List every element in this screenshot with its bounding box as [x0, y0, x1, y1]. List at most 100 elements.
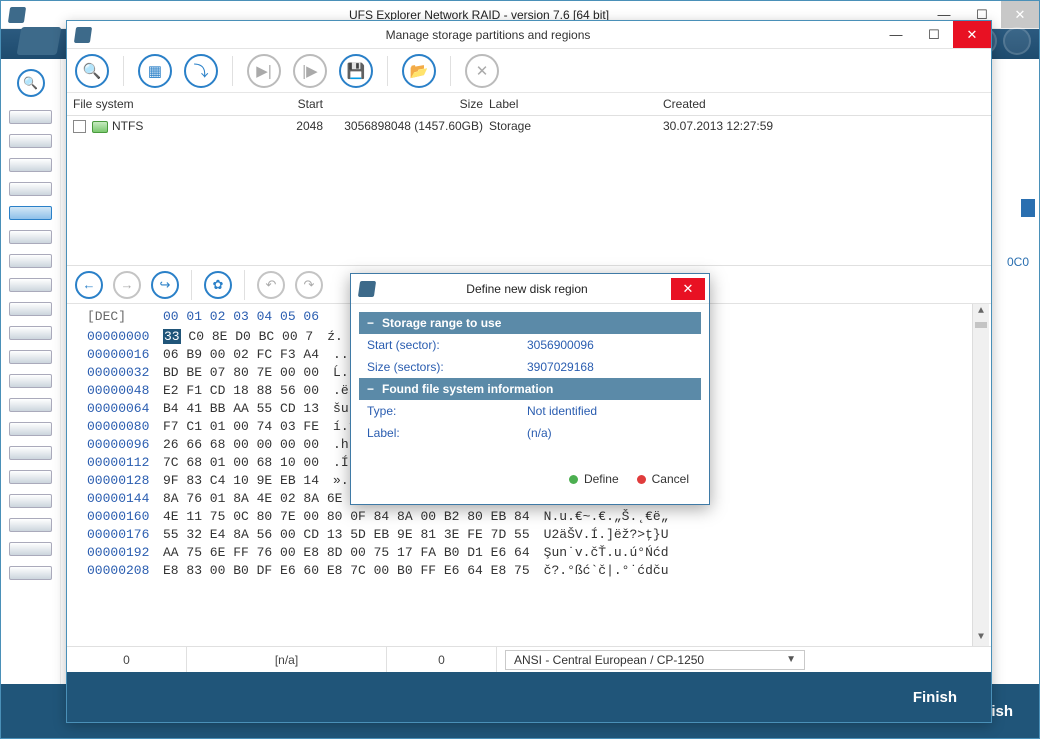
- side-text: 0C0: [1007, 255, 1029, 269]
- green-dot-icon: [569, 475, 578, 484]
- col-filesystem[interactable]: File system: [73, 97, 223, 111]
- section-storage-range[interactable]: −Storage range to use: [359, 312, 701, 334]
- checkbox-icon[interactable]: [73, 120, 86, 133]
- size-label: Size (sectors):: [367, 360, 527, 374]
- start-label: Start (sector):: [367, 338, 527, 352]
- red-dot-icon: [637, 475, 646, 484]
- label-label: Label:: [367, 426, 527, 440]
- disk-icon[interactable]: [9, 230, 52, 244]
- close-button[interactable]: ✕: [671, 278, 705, 300]
- label-value: (n/a): [527, 426, 552, 440]
- encoding-dropdown[interactable]: ANSI - Central European / CP-1250 ▼: [505, 650, 805, 670]
- hex-line[interactable]: 000001604E 11 75 0C 80 7E 00 80 0F 84 8A…: [87, 508, 983, 526]
- drive-icon: [92, 121, 108, 133]
- play-next-icon[interactable]: |▶: [293, 54, 327, 88]
- app-icon: [74, 27, 92, 43]
- col-created[interactable]: Created: [653, 97, 985, 111]
- disk-icon[interactable]: [9, 398, 52, 412]
- step-next-icon[interactable]: ▶|: [247, 54, 281, 88]
- finish-button[interactable]: Finish: [913, 689, 957, 706]
- fs-name: NTFS: [112, 119, 143, 133]
- hex-line[interactable]: 0000017655 32 E4 8A 56 00 CD 13 5D EB 9E…: [87, 526, 983, 544]
- type-label: Type:: [367, 404, 527, 418]
- app-icon: [8, 7, 26, 23]
- cell-size: 3056898048 (1457.60GB): [323, 119, 483, 133]
- section-fs-info[interactable]: −Found file system information: [359, 378, 701, 400]
- maximize-button[interactable]: ☐: [915, 21, 953, 48]
- grid-icon[interactable]: ▦: [138, 54, 172, 88]
- status-row: 0 [n/a] 0 ANSI - Central European / CP-1…: [67, 646, 991, 672]
- cancel-button[interactable]: Cancel: [637, 472, 689, 486]
- disk-icon[interactable]: [9, 326, 52, 340]
- partition-table-body: NTFS 2048 3056898048 (1457.60GB) Storage…: [67, 116, 991, 266]
- search-icon[interactable]: 🔍: [75, 54, 109, 88]
- back-icon[interactable]: ←: [75, 271, 103, 299]
- table-row[interactable]: NTFS 2048 3056898048 (1457.60GB) Storage…: [67, 116, 991, 136]
- disk-icon[interactable]: [9, 566, 52, 580]
- disk-icon[interactable]: [9, 470, 52, 484]
- hex-line[interactable]: 00000192AA 75 6E FF 76 00 E8 8D 00 75 17…: [87, 544, 983, 562]
- close-button[interactable]: ✕: [1001, 1, 1039, 28]
- close-x-icon[interactable]: ✕: [465, 54, 499, 88]
- manage-title: Manage storage partitions and regions: [99, 28, 877, 42]
- define-button[interactable]: Define: [569, 472, 619, 486]
- manage-titlebar: Manage storage partitions and regions — …: [67, 21, 991, 49]
- col-label[interactable]: Label: [483, 97, 653, 111]
- type-value: Not identified: [527, 404, 597, 418]
- status-cell-2: [n/a]: [187, 647, 387, 672]
- start-value[interactable]: 3056900096: [527, 338, 594, 352]
- sidebar-search-icon[interactable]: 🔍: [17, 69, 45, 97]
- cell-label: Storage: [483, 119, 653, 133]
- minimize-button[interactable]: —: [877, 21, 915, 48]
- raid-icon[interactable]: [9, 206, 52, 220]
- redo-icon[interactable]: ↷: [295, 271, 323, 299]
- scroll-down-icon[interactable]: ▼: [973, 630, 989, 646]
- status-cell-1: 0: [67, 647, 187, 672]
- disk-icon[interactable]: [9, 518, 52, 532]
- scroll-up-icon[interactable]: ▲: [973, 304, 989, 320]
- disk-icon[interactable]: [9, 350, 52, 364]
- partition-table-header: File system Start Size Label Created: [67, 93, 991, 116]
- col-size[interactable]: Size: [323, 97, 483, 111]
- open-folder-icon[interactable]: 📂: [402, 54, 436, 88]
- save-icon[interactable]: 💾: [339, 54, 373, 88]
- disk-icon[interactable]: [9, 374, 52, 388]
- disk-icon[interactable]: [9, 302, 52, 316]
- sidebar: 🔍: [1, 59, 61, 684]
- disk-icon[interactable]: [9, 278, 52, 292]
- disk-icon[interactable]: [9, 158, 52, 172]
- define-titlebar: Define new disk region ✕: [351, 274, 709, 304]
- hex-line[interactable]: 00000208E8 83 00 B0 DF E6 60 E8 7C 00 B0…: [87, 562, 983, 580]
- chevron-down-icon: ▼: [786, 654, 796, 665]
- down-arrow-icon[interactable]: ⤵: [184, 54, 218, 88]
- app-icon: [358, 281, 376, 297]
- app-logo: [17, 27, 62, 55]
- disk-icon[interactable]: [9, 134, 52, 148]
- undo-icon[interactable]: ↶: [257, 271, 285, 299]
- disk-icon[interactable]: [9, 254, 52, 268]
- status-cell-3: 0: [387, 647, 497, 672]
- encoding-value: ANSI - Central European / CP-1250: [514, 653, 704, 667]
- disk-icon[interactable]: [9, 446, 52, 460]
- manage-finish-bar: Finish: [67, 672, 991, 722]
- define-title: Define new disk region: [383, 282, 671, 296]
- scroll-thumb[interactable]: [975, 322, 987, 328]
- define-dialog: Define new disk region ✕ −Storage range …: [350, 273, 710, 505]
- cell-created: 30.07.2013 12:27:59: [653, 119, 985, 133]
- manage-toolbar: 🔍 ▦ ⤵ ▶| |▶ 💾 📂 ✕: [67, 49, 991, 93]
- cell-start: 2048: [223, 119, 323, 133]
- disk-icon[interactable]: [9, 542, 52, 556]
- close-button[interactable]: ✕: [953, 21, 991, 48]
- forward-icon[interactable]: →: [113, 271, 141, 299]
- size-value[interactable]: 3907029168: [527, 360, 594, 374]
- disk-icon[interactable]: [9, 494, 52, 508]
- disk-icon[interactable]: [9, 182, 52, 196]
- bookmark-icon[interactable]: ✿: [204, 271, 232, 299]
- col-start[interactable]: Start: [223, 97, 323, 111]
- disk-icon[interactable]: [9, 110, 52, 124]
- hex-mode-label: [DEC]: [87, 308, 126, 326]
- disk-icon[interactable]: [9, 422, 52, 436]
- redo-arrow-icon[interactable]: ↪: [151, 271, 179, 299]
- toolbar-circle-3[interactable]: [1003, 27, 1031, 55]
- hex-scrollbar[interactable]: ▲ ▼: [972, 304, 989, 646]
